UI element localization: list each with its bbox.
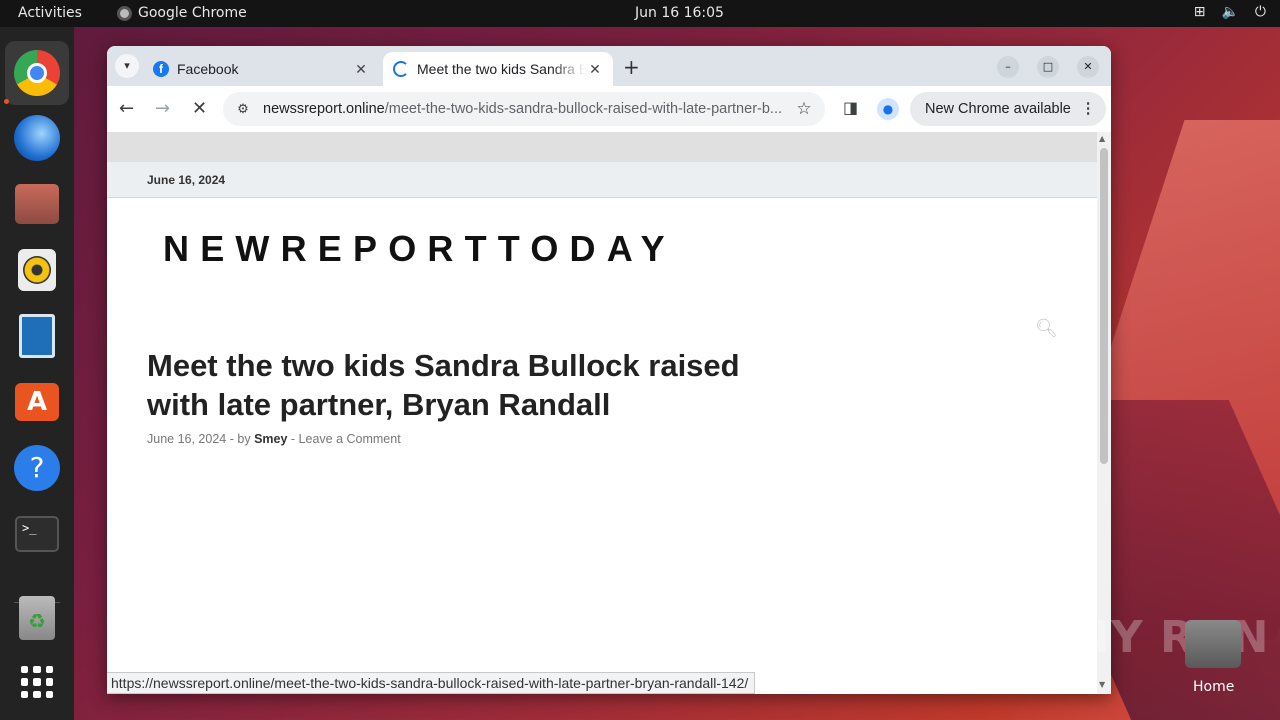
scroll-down-icon[interactable]: ▼: [1099, 680, 1105, 689]
help-icon: ?: [14, 445, 60, 491]
tab-article[interactable]: Meet the two kids Sandra Bullock raised …: [383, 52, 613, 86]
rhythmbox-icon: [18, 249, 56, 291]
clock[interactable]: Jun 16 16:05: [635, 5, 724, 21]
forward-icon[interactable]: →: [155, 98, 170, 119]
minimize-button[interactable]: –: [997, 56, 1019, 78]
scrollbar-thumb[interactable]: [1100, 148, 1108, 464]
date-bar: June 16, 2024: [107, 162, 1097, 198]
stop-icon[interactable]: ✕: [192, 98, 207, 119]
volume-icon: 🔈: [1221, 4, 1239, 20]
bookmark-star-icon[interactable]: ☆: [785, 99, 823, 119]
leave-comment-link[interactable]: Leave a Comment: [299, 432, 401, 446]
app-grid-icon: [21, 666, 53, 698]
writer-icon: [19, 314, 55, 358]
system-tray[interactable]: ⊞ 🔈 ⏻: [1194, 4, 1266, 20]
top-date: June 16, 2024: [147, 173, 226, 187]
meta-by: by: [237, 432, 251, 446]
dock-files[interactable]: [12, 179, 62, 229]
menu-dots-icon[interactable]: ⋮: [1081, 101, 1096, 117]
profile-avatar[interactable]: ●: [877, 98, 899, 120]
page-viewport: June 16, 2024 NEWREPORTTODAY 🔍︎ Meet the…: [107, 132, 1097, 694]
url-domain: newssreport.online: [263, 101, 385, 117]
new-tab-button[interactable]: +: [623, 55, 640, 79]
chrome-icon: [14, 50, 60, 96]
activities-button[interactable]: Activities: [18, 5, 82, 21]
tab-strip: ▾ f Facebook ✕ Meet the two kids Sandra …: [107, 46, 1111, 86]
running-indicator: [4, 99, 9, 104]
dock-app-center[interactable]: A: [12, 377, 62, 427]
power-icon: ⏻: [1254, 4, 1266, 20]
article-meta: June 16, 2024 - by Smey - Leave a Commen…: [147, 432, 401, 446]
thunderbird-icon: [14, 115, 60, 161]
dock: A ? >_ ♻: [0, 27, 74, 720]
facebook-icon: f: [153, 61, 169, 77]
site-info-icon[interactable]: ⚙: [223, 101, 263, 117]
dock-help[interactable]: ?: [12, 443, 62, 493]
dock-thunderbird[interactable]: [12, 113, 62, 163]
back-icon[interactable]: ←: [119, 98, 134, 119]
dock-trash[interactable]: ♻: [12, 593, 62, 643]
url-path: /meet-the-two-kids-sandra-bullock-raised…: [384, 101, 782, 117]
url-text[interactable]: newssreport.online/meet-the-two-kids-san…: [263, 101, 785, 117]
dock-app-grid[interactable]: [12, 657, 62, 707]
article-headline: Meet the two kids Sandra Bullock raised …: [147, 348, 740, 422]
dock-rhythmbox[interactable]: [12, 245, 62, 295]
top-band: [107, 132, 1097, 162]
tab-facebook[interactable]: f Facebook ✕: [143, 52, 379, 86]
dock-chrome[interactable]: [5, 41, 69, 105]
meta-author[interactable]: Smey: [254, 432, 287, 446]
home-label[interactable]: Home: [1193, 679, 1234, 695]
app-name: Google Chrome: [138, 5, 247, 21]
dock-writer[interactable]: [12, 311, 62, 361]
toolbar: ← → ✕ ⚙ newssreport.online/meet-the-two-…: [107, 86, 1111, 132]
trash-icon: ♻: [19, 596, 55, 640]
scrollbar[interactable]: ▲ ▼: [1097, 132, 1111, 694]
app-menu[interactable]: Google Chrome: [117, 5, 247, 21]
scroll-up-icon[interactable]: ▲: [1099, 134, 1105, 143]
loading-icon: [393, 61, 409, 77]
site-title[interactable]: NEWREPORTTODAY: [163, 228, 676, 270]
close-icon[interactable]: ✕: [351, 61, 371, 78]
tab-title: Facebook: [177, 61, 239, 77]
update-label: New Chrome available: [925, 101, 1071, 117]
terminal-icon: >_: [15, 516, 59, 552]
status-url: https://newssreport.online/meet-the-two-…: [107, 672, 756, 694]
dock-terminal[interactable]: >_: [12, 509, 62, 559]
tab-title: Meet the two kids Sandra Bullock raised …: [417, 61, 585, 77]
home-folder-icon[interactable]: [1185, 620, 1241, 668]
network-icon: ⊞: [1193, 4, 1206, 20]
top-bar: Activities Google Chrome Jun 16 16:05 ⊞ …: [0, 0, 1280, 27]
tab-search-button[interactable]: ▾: [115, 54, 139, 78]
files-icon: [15, 184, 59, 224]
meta-date[interactable]: June 16, 2024: [147, 432, 226, 446]
close-icon[interactable]: ✕: [585, 61, 605, 78]
search-icon[interactable]: 🔍︎: [1035, 318, 1058, 339]
app-center-icon: A: [15, 383, 59, 421]
chrome-window: ▾ f Facebook ✕ Meet the two kids Sandra …: [107, 46, 1111, 694]
chrome-icon: [117, 5, 132, 21]
update-chrome-button[interactable]: New Chrome available ⋮: [910, 92, 1106, 126]
meta-separator: -: [290, 432, 299, 446]
address-bar[interactable]: ⚙ newssreport.online/meet-the-two-kids-s…: [223, 92, 825, 126]
maximize-button[interactable]: □: [1037, 56, 1059, 78]
side-panel-icon[interactable]: ◨: [843, 98, 858, 117]
close-window-button[interactable]: ✕: [1077, 56, 1099, 78]
